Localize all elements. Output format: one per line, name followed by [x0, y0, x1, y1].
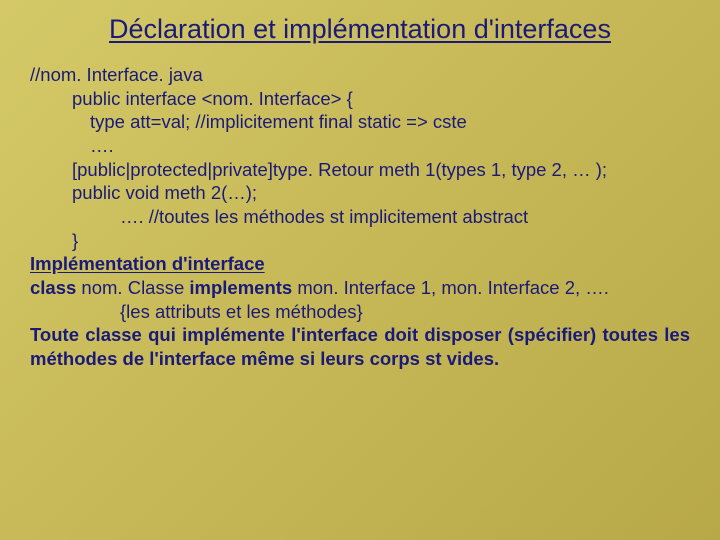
code-line: {les attributs et les méthodes}: [30, 300, 690, 324]
keyword-implements: implements: [189, 277, 292, 298]
code-line: }: [30, 229, 690, 253]
slide-body: //nom. Interface. java public interface …: [30, 63, 690, 371]
code-line: …. //toutes les méthodes st implicitemen…: [30, 205, 690, 229]
code-line: //nom. Interface. java: [30, 63, 690, 87]
interface-list: mon. Interface 1, mon. Interface 2, ….: [292, 277, 609, 298]
code-line: ….: [30, 134, 690, 158]
class-decl-line: class nom. Classe implements mon. Interf…: [30, 276, 690, 300]
code-line: type att=val; //implicitement final stat…: [30, 110, 690, 134]
code-line: public void meth 2(…);: [30, 181, 690, 205]
slide: Déclaration et implémentation d'interfac…: [0, 0, 720, 391]
code-line: public interface <nom. Interface> {: [30, 87, 690, 111]
note-text: Toute classe qui implémente l'interface …: [30, 323, 690, 370]
class-name: nom. Classe: [76, 277, 189, 298]
slide-title: Déclaration et implémentation d'interfac…: [30, 14, 690, 45]
code-line: [public|protected|private]type. Retour m…: [30, 158, 690, 182]
section-heading: Implémentation d'interface: [30, 252, 690, 276]
keyword-class: class: [30, 277, 76, 298]
